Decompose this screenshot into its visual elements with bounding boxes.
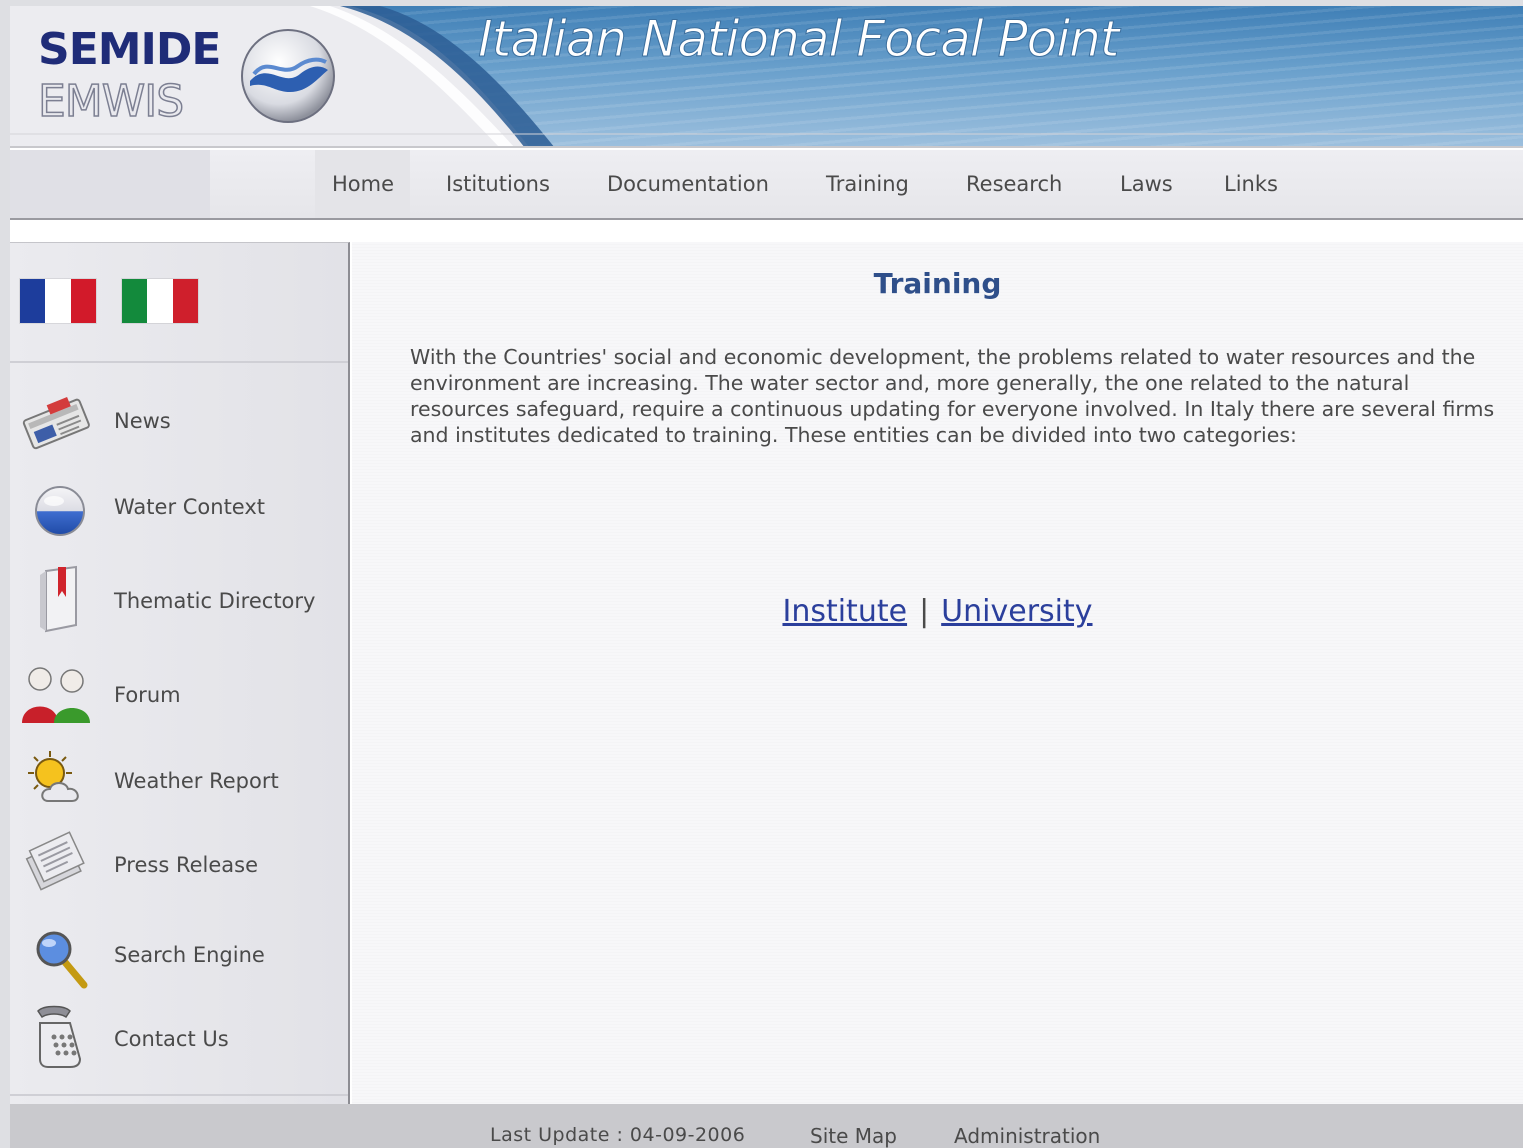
nav-item-research[interactable]: Research	[966, 172, 1062, 196]
sidebar-item-label: Thematic Directory	[114, 589, 316, 613]
logo-globe-icon	[241, 29, 335, 123]
sidebar-item-label: Weather Report	[114, 769, 279, 793]
logo-semide-text: SEMIDE	[38, 24, 221, 75]
language-flags	[10, 243, 348, 363]
sidebar-item-press-release[interactable]: Press Release	[10, 825, 348, 905]
sun-cloud-icon	[28, 751, 79, 802]
site-title: Italian National Focal Point	[477, 10, 1119, 69]
institute-link[interactable]: Institute	[782, 594, 907, 629]
category-links: Institute | University	[352, 594, 1523, 629]
newspaper-icon	[22, 396, 90, 450]
sidebar-item-forum[interactable]: Forum	[10, 655, 348, 735]
main-content: Training With the Countries' social and …	[352, 242, 1523, 1106]
nav-item-documentation[interactable]: Documentation	[607, 172, 769, 196]
nav-item-laws[interactable]: Laws	[1120, 172, 1173, 196]
sidebar-item-search-engine[interactable]: Search Engine	[10, 915, 348, 995]
nav-item-home[interactable]: Home	[332, 172, 394, 196]
telephone-icon	[37, 1005, 82, 1068]
nav-item-istitutions[interactable]: Istitutions	[446, 172, 550, 196]
page: SEMIDE EMWIS Italian National Focal Poin…	[10, 6, 1523, 1148]
sidebar-item-label: Search Engine	[114, 943, 265, 967]
intro-paragraph: With the Countries' social and economic …	[410, 345, 1495, 447]
site-footer: Last Update : 04-09-2006 Site Map Admini…	[10, 1104, 1523, 1148]
sidebar-item-label: News	[114, 409, 171, 433]
flag-italy-icon[interactable]	[122, 279, 198, 323]
nav-left-decoration	[10, 150, 210, 218]
sidebar-item-label: Forum	[114, 683, 181, 707]
last-update-text: Last Update : 04-09-2006	[490, 1124, 746, 1146]
logo-emwis-text: EMWIS	[37, 75, 185, 128]
nav-item-training[interactable]: Training	[826, 172, 909, 196]
sidebar-item-weather-report[interactable]: Weather Report	[10, 741, 348, 821]
water-drop-icon	[35, 486, 85, 536]
page-title: Training	[873, 267, 1002, 300]
sidebar-item-water-context[interactable]: Water Context	[10, 469, 348, 549]
bookmark-book-icon	[40, 565, 77, 633]
users-icon	[22, 667, 90, 723]
documents-icon	[25, 831, 85, 891]
top-navigation: Home Istitutions Documentation Training …	[10, 150, 1523, 220]
sidebar-item-thematic-directory[interactable]: Thematic Directory	[10, 559, 348, 639]
flag-france-icon[interactable]	[20, 279, 96, 323]
sidebar-item-contact-us[interactable]: Contact Us	[10, 1001, 348, 1081]
link-separator: |	[919, 594, 930, 629]
sidebar-item-label: Contact Us	[114, 1027, 229, 1051]
sidebar-item-label: Press Release	[114, 853, 258, 877]
university-link[interactable]: University	[941, 594, 1092, 629]
sidebar-item-news[interactable]: News	[10, 383, 348, 463]
sidebar-item-label: Water Context	[114, 495, 266, 519]
nav-item-links[interactable]: Links	[1224, 172, 1278, 196]
site-header: SEMIDE EMWIS Italian National Focal Poin…	[10, 6, 1523, 148]
administration-link[interactable]: Administration	[954, 1124, 1100, 1148]
site-map-link[interactable]: Site Map	[810, 1124, 897, 1148]
magnifier-icon	[36, 931, 88, 989]
sidebar: News Water Context Thematic Directory Fo…	[10, 242, 350, 1106]
